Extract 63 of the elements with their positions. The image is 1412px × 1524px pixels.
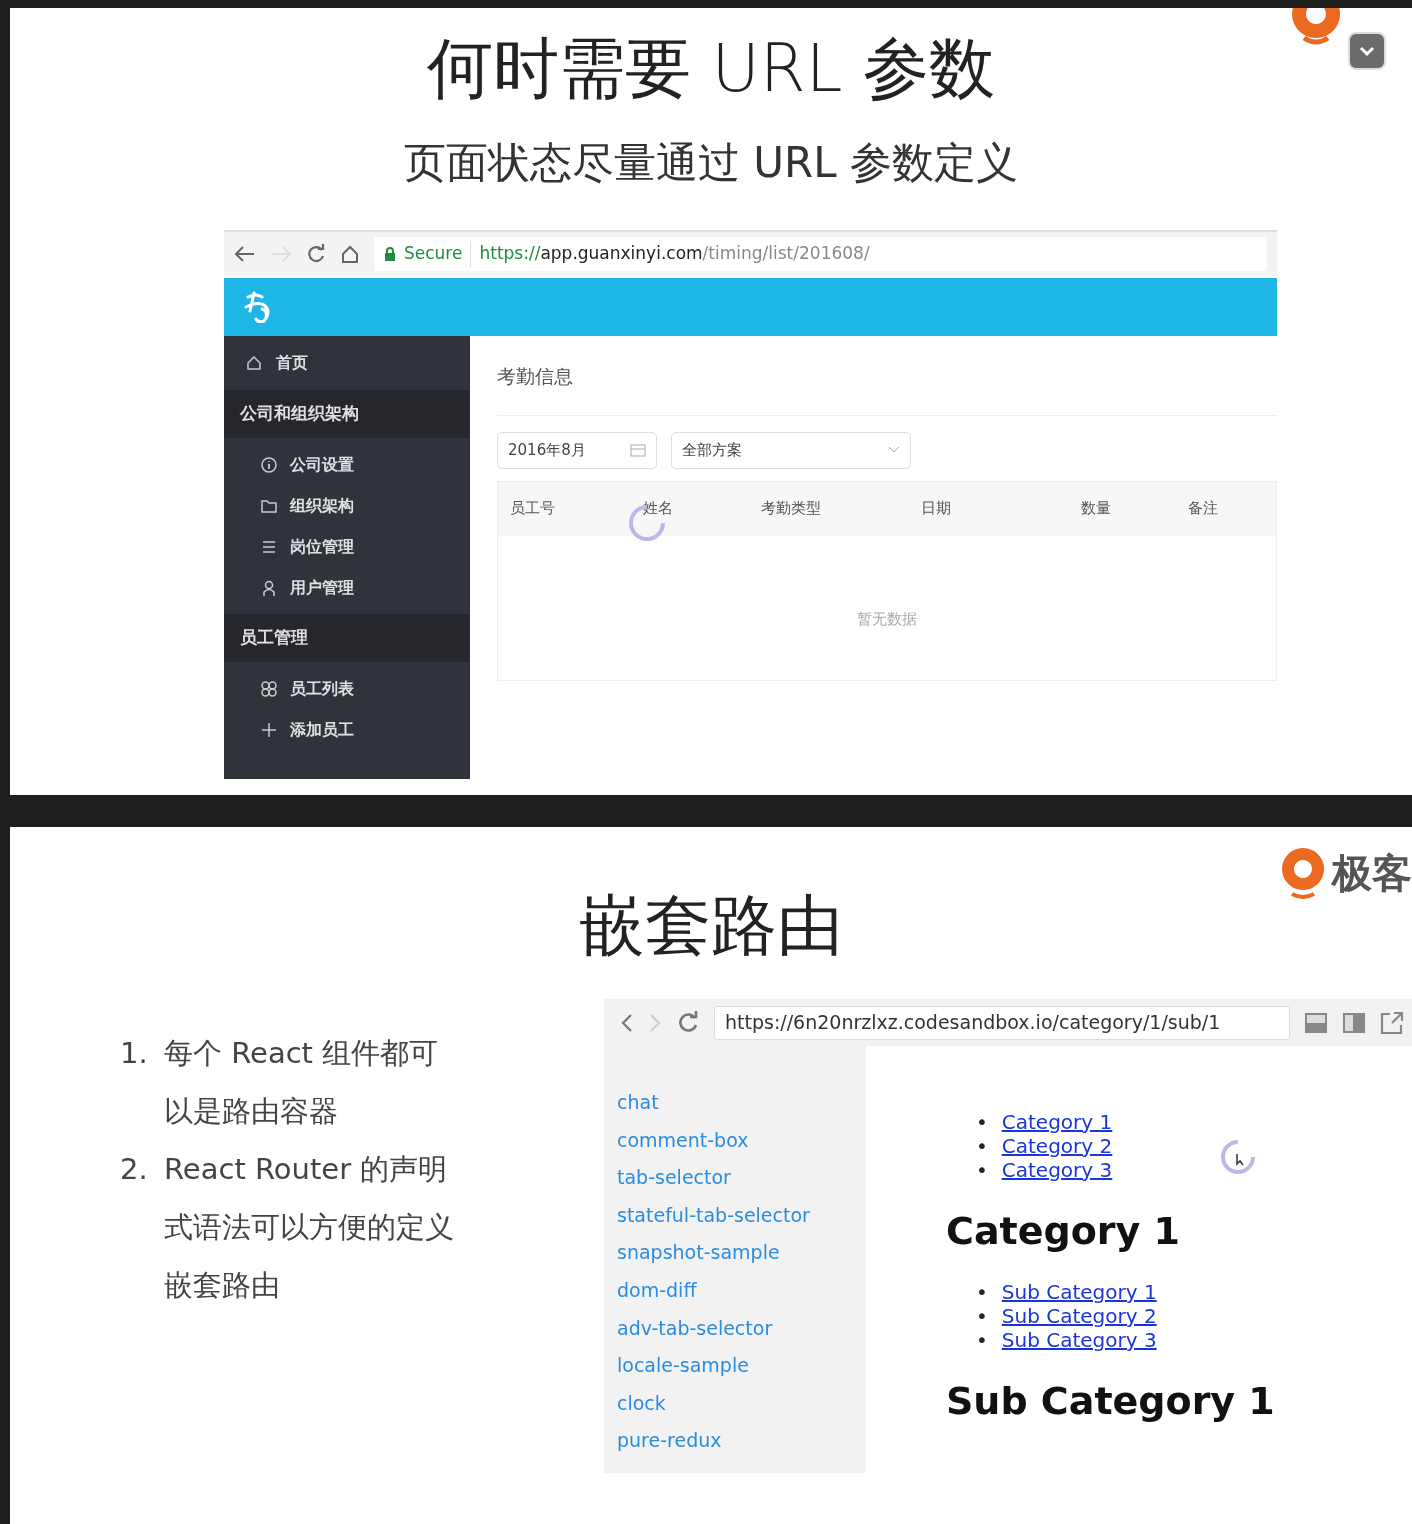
sidebar-item[interactable]: 首页 [224,336,470,390]
sidebar-item[interactable]: 组织架构 [224,485,470,526]
column-header: 备注 [1187,498,1219,520]
bullet: • [976,1134,988,1158]
nav-link-text[interactable]: Sub Category 1 [1001,1280,1157,1304]
sidebar-item[interactable]: 员工列表 [224,668,470,709]
bullet: • [976,1304,988,1328]
column-header: 考勤类型 [760,498,822,520]
chevron-down-icon [888,446,900,454]
external-link-icon[interactable] [1380,1010,1404,1035]
sidebar-item[interactable]: 岗位管理 [224,526,470,567]
home-icon[interactable] [340,244,360,264]
reload-icon[interactable] [306,244,326,264]
nav-link-text[interactable]: Sub Category 2 [1001,1304,1157,1328]
secure-label: Secure [404,241,472,267]
sidebar-group-header[interactable]: 员工管理 [224,614,470,662]
calendar-icon [630,443,646,457]
back-arrow-icon[interactable] [234,245,256,263]
logo-text: 极客 [1332,849,1412,898]
sidebar-item[interactable]: 公司设置 [224,444,470,485]
section-heading: Category 1 [946,1212,1181,1250]
nav-link-text[interactable]: Category 3 [1001,1158,1113,1182]
user-icon [260,578,278,597]
reload-icon[interactable] [676,1010,700,1035]
grid-icon [260,679,278,698]
column-header: 员工号 [509,498,556,520]
sidebar-item[interactable]: 用户管理 [224,567,470,608]
slide-subtitle: 页面状态尽量通过 URL 参数定义 [404,142,1018,184]
url-text[interactable]: https://app.guanxinyi.com/timing/list/201608/ [479,241,870,267]
slide-title: 何时需要 URL 参数 [426,29,996,102]
empty-message: 暂无数据 [856,608,918,630]
list-number: 1. [120,1035,149,1072]
home-icon [246,355,262,371]
loading-spinner-icon [1219,1138,1257,1176]
column-header: 姓名 [642,498,674,520]
section-heading: Sub Category 1 [946,1382,1276,1420]
sidebar-group-header[interactable]: 公司和组织架构 [224,390,470,438]
sidebar-item[interactable]: 添加员工 [224,709,470,750]
logo-icon [1280,846,1326,900]
slide-title: 嵌套路由 [579,886,843,959]
info-icon [260,455,278,474]
chevron-down-icon [1359,45,1375,57]
bullet: • [976,1280,988,1304]
horizontal-split-icon[interactable] [1304,1011,1328,1034]
address-bar[interactable]: https://6n20nrzlxz.codesandbox.io/category/1/sub/1 [714,1005,1290,1040]
nav-link-text[interactable]: Category 1 [1001,1110,1113,1134]
bullet: • [976,1110,988,1134]
plan-select[interactable]: 全部方案 [671,431,911,469]
list-item-text: 每个 React 组件都可以是路由容器 [164,1035,440,1130]
column-header: 数量 [1080,498,1112,520]
list-item-text: React Router 的声明式语法可以方便的定义嵌套路由 [164,1151,455,1304]
column-header: 日期 [920,498,952,520]
expand-button[interactable] [1348,32,1386,70]
plus-icon [260,720,278,739]
date-field[interactable]: 2016年8月 [497,431,657,469]
nav-link-text[interactable]: Category 2 [1001,1134,1113,1158]
nav-link-text[interactable]: Sub Category 3 [1001,1328,1157,1352]
bullet: • [976,1328,988,1352]
list-number: 2. [120,1151,149,1188]
bullet: • [976,1158,988,1182]
page-title: 考勤信息 [497,336,1277,416]
vertical-split-icon[interactable] [1342,1011,1366,1034]
lock-icon [384,247,396,261]
